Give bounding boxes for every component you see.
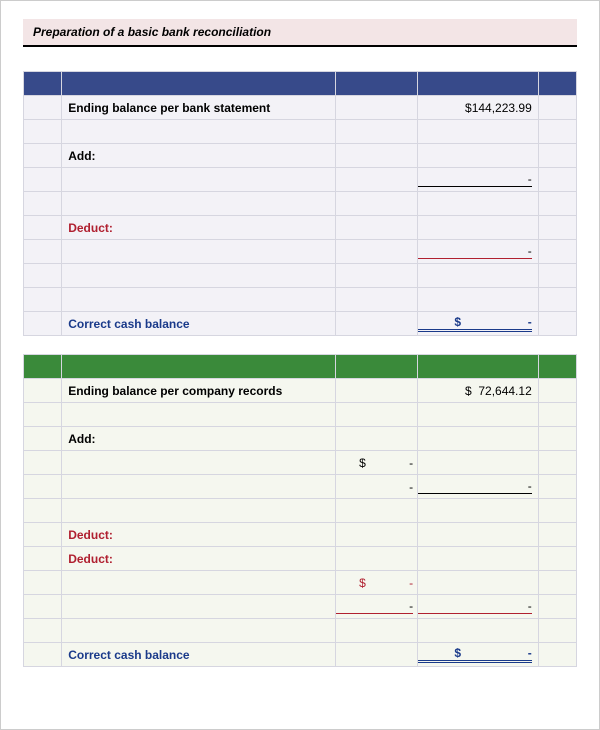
table-row: -- — [24, 595, 577, 619]
company-correct-value: $ - — [418, 646, 532, 663]
table-row — [24, 619, 577, 643]
company-correct-label: Correct cash balance — [62, 643, 335, 667]
company-ending-value: $ 72,644.12 — [418, 379, 539, 403]
company-table: Ending balance per company records $ 72,6… — [23, 354, 577, 667]
bank-deduct-label: Deduct: — [62, 216, 335, 240]
table-row: $ - — [24, 571, 577, 595]
table-row: -- — [24, 475, 577, 499]
table-row — [24, 499, 577, 523]
table-row: Deduct: — [24, 547, 577, 571]
company-add-label: Add: — [62, 427, 335, 451]
table-row: Add: — [24, 144, 577, 168]
table-row: Correct cash balance $ - — [24, 312, 577, 336]
company-add-c4: - — [418, 479, 532, 494]
bank-deduct-value: - — [418, 244, 532, 259]
bank-table: Ending balance per bank statement $144,22… — [23, 71, 577, 336]
company-add-c3a: $ - — [336, 456, 413, 470]
table-row: Ending balance per bank statement $144,22… — [24, 96, 577, 120]
company-deduct2-label: Deduct: — [62, 547, 335, 571]
table-row — [24, 288, 577, 312]
company-add-c3b: - — [336, 480, 413, 494]
table-row: Add: — [24, 427, 577, 451]
table-row — [24, 264, 577, 288]
table-row: Deduct: — [24, 216, 577, 240]
company-ending-label: Ending balance per company records — [62, 379, 335, 403]
table-row: - — [24, 240, 577, 264]
company-ded-c3a: $ - — [336, 576, 413, 590]
table-row: $ - — [24, 451, 577, 475]
table-row: Deduct: — [24, 523, 577, 547]
bank-correct-value: $ - — [418, 315, 532, 332]
bank-header-bar — [24, 72, 577, 96]
company-header-bar — [24, 355, 577, 379]
company-ded-c4: - — [418, 599, 532, 614]
table-row: - — [24, 168, 577, 192]
table-row: Ending balance per company records $ 72,6… — [24, 379, 577, 403]
table-row — [24, 192, 577, 216]
table-row — [24, 120, 577, 144]
bank-ending-label: Ending balance per bank statement — [62, 96, 335, 120]
bank-add-label: Add: — [62, 144, 335, 168]
company-deduct1-label: Deduct: — [62, 523, 335, 547]
table-row — [24, 403, 577, 427]
page-title: Preparation of a basic bank reconciliati… — [23, 19, 577, 47]
company-ded-c3b: - — [336, 599, 413, 614]
bank-ending-value: $144,223.99 — [418, 96, 539, 120]
bank-correct-label: Correct cash balance — [62, 312, 335, 336]
bank-add-value: - — [418, 172, 532, 187]
table-row: Correct cash balance $ - — [24, 643, 577, 667]
